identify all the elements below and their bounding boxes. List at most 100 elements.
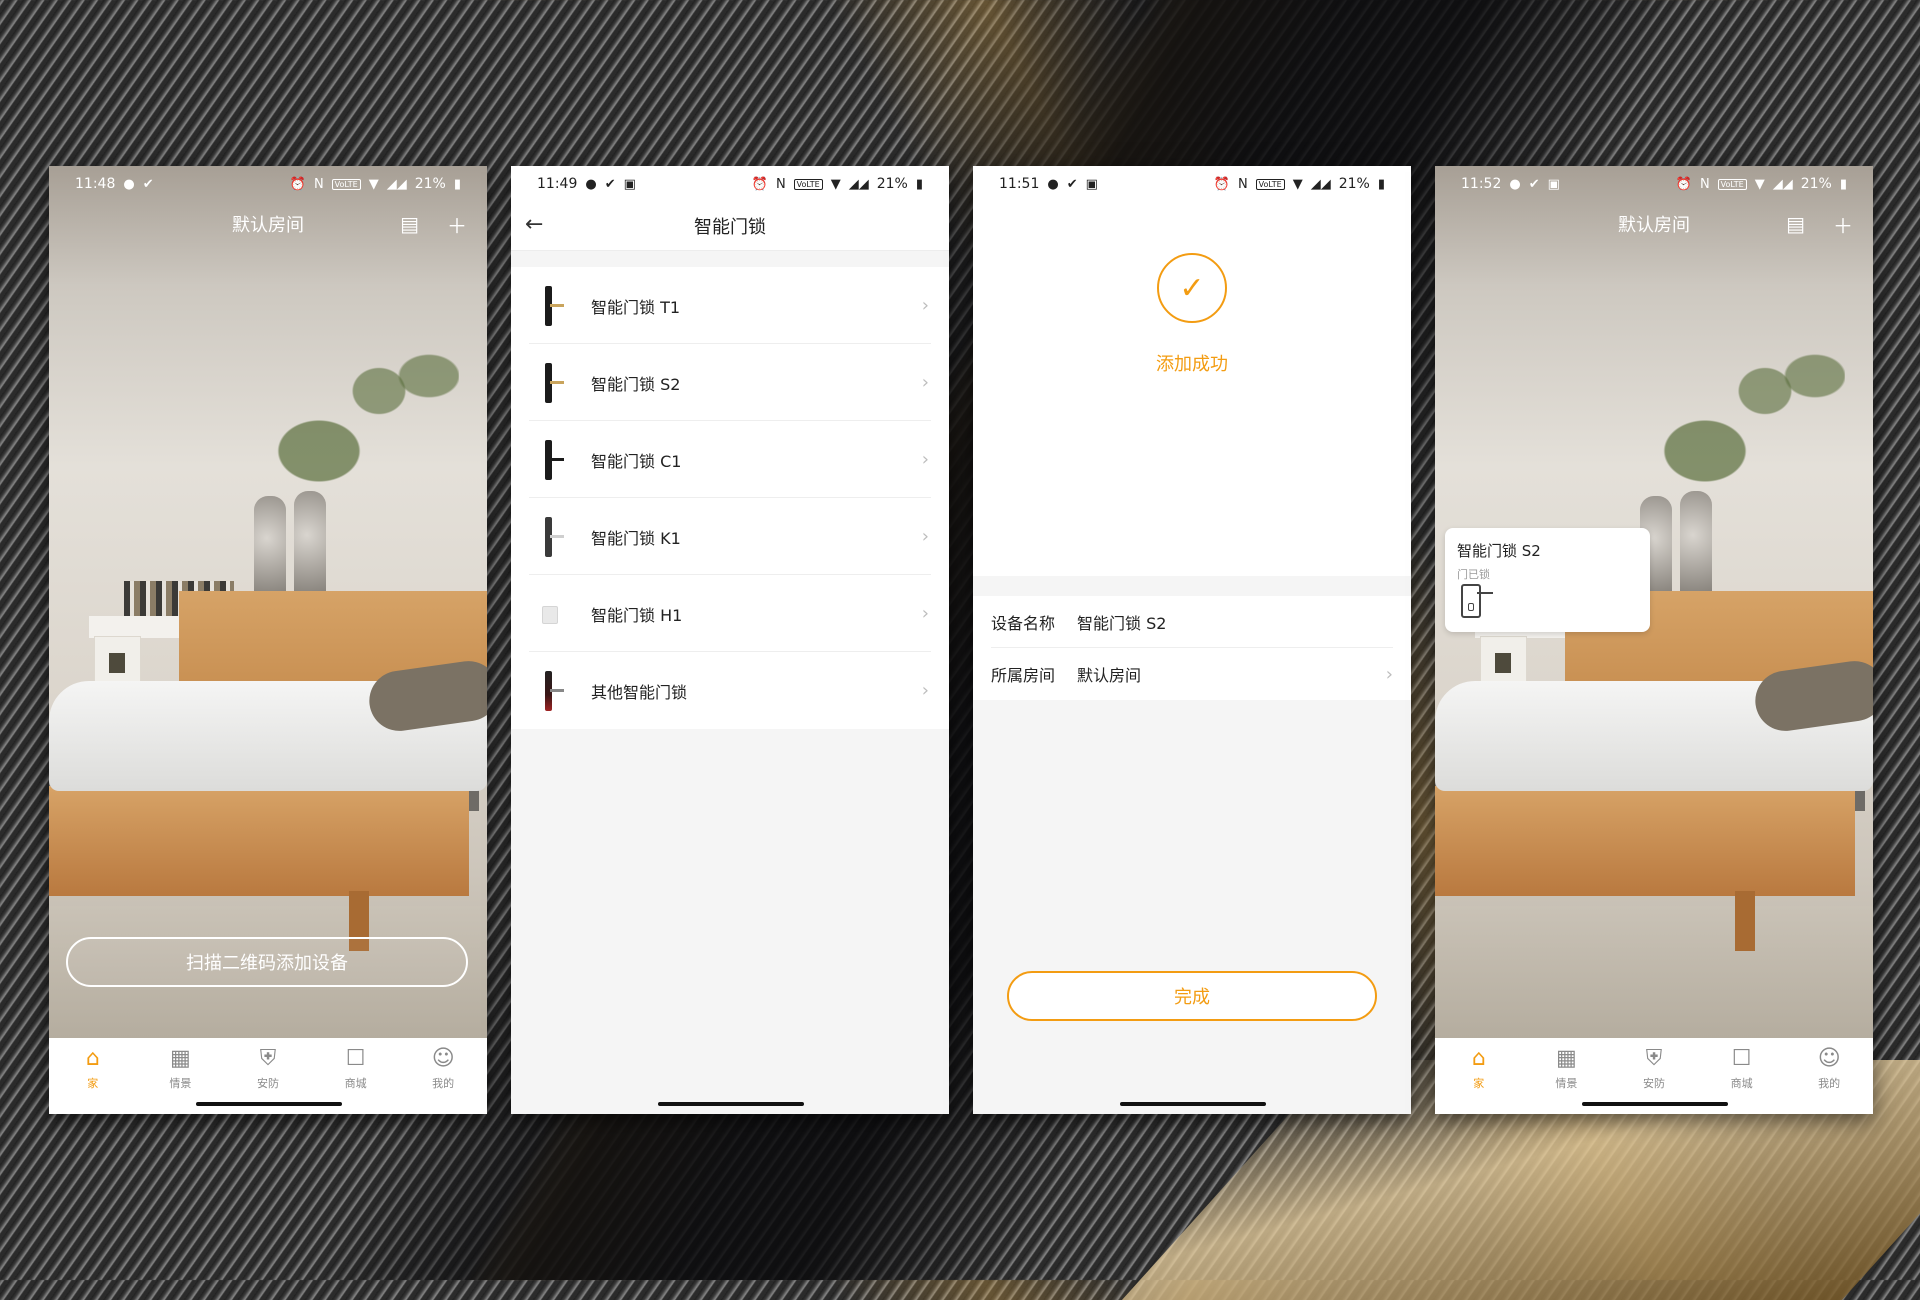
scan-qr-add-device-button[interactable]: 扫描二维码添加设备 <box>66 937 468 987</box>
device-name-row: 设备名称 智能门锁 S2 <box>973 596 1411 648</box>
home-indicator[interactable] <box>1120 1102 1266 1106</box>
message-icon[interactable]: ▤ <box>400 212 419 236</box>
signal-icon: ◢◢ <box>1772 176 1793 192</box>
list-item-lock-k1[interactable]: 智能门锁 K1 › <box>511 498 949 575</box>
tab-shop[interactable]: ☐ 商城 <box>1712 1046 1772 1091</box>
tab-mine[interactable]: ☺ 我的 <box>1799 1046 1859 1091</box>
room-title[interactable]: 默认房间 <box>1618 211 1690 237</box>
back-arrow-icon[interactable]: ← <box>525 212 543 237</box>
wifi-icon: ▼ <box>1292 176 1303 192</box>
list-item-other-locks[interactable]: 其他智能门锁 › <box>511 652 949 729</box>
add-icon[interactable]: ＋ <box>447 210 467 239</box>
tab-security[interactable]: ⛨ 安防 <box>1624 1046 1684 1091</box>
tab-label: 家 <box>87 1076 99 1090</box>
tab-home[interactable]: ⌂ 家 <box>1449 1046 1509 1091</box>
alarm-icon: ⏰ <box>1675 176 1692 192</box>
chevron-right-icon: › <box>921 680 929 701</box>
status-time: 11:49 <box>537 176 578 192</box>
status-time: 11:51 <box>999 176 1040 192</box>
bottom-tab-bar: ⌂ 家 ▦ 情景 ⛨ 安防 ☐ 商城 ☺ 我的 <box>49 1038 487 1098</box>
tab-label: 商城 <box>1730 1076 1753 1090</box>
tab-label: 家 <box>1473 1076 1485 1090</box>
tab-scene[interactable]: ▦ 情景 <box>1536 1046 1596 1091</box>
scene-icon: ▦ <box>1555 1045 1577 1071</box>
phone-lock-list-screen: 11:49 ● ✔ ▣ ⏰ N VoLTE ▼ ◢◢ 21% ▮ ← 智能门锁 … <box>511 166 949 1114</box>
home-indicator[interactable] <box>1582 1102 1728 1106</box>
room-value: 默认房间 <box>1077 666 1142 685</box>
signal-icon: ◢◢ <box>848 176 869 192</box>
check-icon: ✔ <box>604 176 616 192</box>
wifi-icon: ▼ <box>368 176 379 192</box>
signal-icon: ◢◢ <box>1310 176 1331 192</box>
vase <box>294 491 326 601</box>
phone-add-success-screen: 11:51 ● ✔ ▣ ⏰ N VoLTE ▼ ◢◢ 21% ▮ ✓ 添加成功 … <box>973 166 1411 1114</box>
image-icon: ▣ <box>1547 176 1560 192</box>
shield-icon: ⛨ <box>259 1045 277 1071</box>
device-card-name: 智能门锁 S2 <box>1457 542 1541 560</box>
device-card-smart-lock[interactable]: 智能门锁 S2 门已锁 <box>1445 528 1650 632</box>
room-row[interactable]: 所属房间 默认房间 › <box>973 648 1411 700</box>
bed-leg <box>1735 891 1755 951</box>
battery-text: 21% <box>414 176 446 192</box>
room-title[interactable]: 默认房间 <box>232 211 304 237</box>
title-bar: ← 智能门锁 <box>511 202 949 251</box>
success-message: 添加成功 <box>1156 354 1228 375</box>
chevron-right-icon: › <box>921 295 929 316</box>
battery-icon: ▮ <box>1377 176 1385 192</box>
list-item-lock-h1[interactable]: 智能门锁 H1 › <box>511 575 949 652</box>
image-icon: ▣ <box>1085 176 1098 192</box>
vase <box>1680 491 1712 601</box>
lock-thumbnail <box>539 669 564 713</box>
message-icon[interactable]: ▤ <box>1786 212 1805 236</box>
tab-home[interactable]: ⌂ 家 <box>63 1046 123 1091</box>
location-icon: ● <box>1047 176 1059 192</box>
tab-label: 安防 <box>256 1076 279 1090</box>
vase <box>254 496 286 601</box>
tab-label: 商城 <box>344 1076 367 1090</box>
wifi-icon: ▼ <box>1754 176 1765 192</box>
status-bar: 11:51 ● ✔ ▣ ⏰ N VoLTE ▼ ◢◢ 21% ▮ <box>973 166 1411 202</box>
list-item-lock-s2[interactable]: 智能门锁 S2 › <box>511 344 949 421</box>
battery-icon: ▮ <box>453 176 461 192</box>
list-item-lock-t1[interactable]: 智能门锁 T1 › <box>511 267 949 344</box>
tab-security[interactable]: ⛨ 安防 <box>238 1046 298 1091</box>
check-icon: ✔ <box>1066 176 1078 192</box>
device-name-label: 设备名称 <box>991 614 1056 633</box>
device-name-value: 智能门锁 S2 <box>1077 614 1167 633</box>
nfc-icon: N <box>775 176 786 192</box>
success-panel: ✓ 添加成功 <box>973 202 1411 612</box>
home-indicator[interactable] <box>658 1102 804 1106</box>
lock-thumbnail <box>539 361 564 405</box>
scene-icon: ▦ <box>169 1045 191 1071</box>
chevron-right-icon: › <box>921 372 929 393</box>
tab-mine[interactable]: ☺ 我的 <box>413 1046 473 1091</box>
user-icon: ☺ <box>431 1045 455 1071</box>
shield-icon: ⛨ <box>1645 1045 1663 1071</box>
tab-scene[interactable]: ▦ 情景 <box>150 1046 210 1091</box>
room-header: 默认房间 ▤ ＋ <box>1435 202 1873 246</box>
bed-frame <box>1435 786 1855 896</box>
list-item-label: 智能门锁 T1 <box>591 297 681 317</box>
plant <box>259 346 459 496</box>
battery-text: 21% <box>876 176 908 192</box>
volte-icon: VoLTE <box>1255 178 1285 190</box>
wifi-icon: ▼ <box>830 176 841 192</box>
done-button[interactable]: 完成 <box>1007 971 1377 1021</box>
room-header: 默认房间 ▤ ＋ <box>49 202 487 246</box>
tab-label: 情景 <box>169 1076 192 1090</box>
home-indicator[interactable] <box>196 1102 342 1106</box>
list-item-label: 智能门锁 K1 <box>591 528 681 548</box>
tab-label: 我的 <box>1818 1076 1841 1090</box>
check-icon: ✔ <box>1528 176 1540 192</box>
check-icon: ✔ <box>142 176 154 192</box>
device-info-box: 设备名称 智能门锁 S2 所属房间 默认房间 › <box>973 596 1411 700</box>
tab-shop[interactable]: ☐ 商城 <box>326 1046 386 1091</box>
floor <box>1435 906 1873 1038</box>
list-item-lock-c1[interactable]: 智能门锁 C1 › <box>511 421 949 498</box>
add-icon[interactable]: ＋ <box>1833 210 1853 239</box>
battery-icon: ▮ <box>915 176 923 192</box>
device-card-status: 门已锁 <box>1457 568 1490 581</box>
battery-text: 21% <box>1800 176 1832 192</box>
location-icon: ● <box>123 176 135 192</box>
bed-frame <box>49 786 469 896</box>
